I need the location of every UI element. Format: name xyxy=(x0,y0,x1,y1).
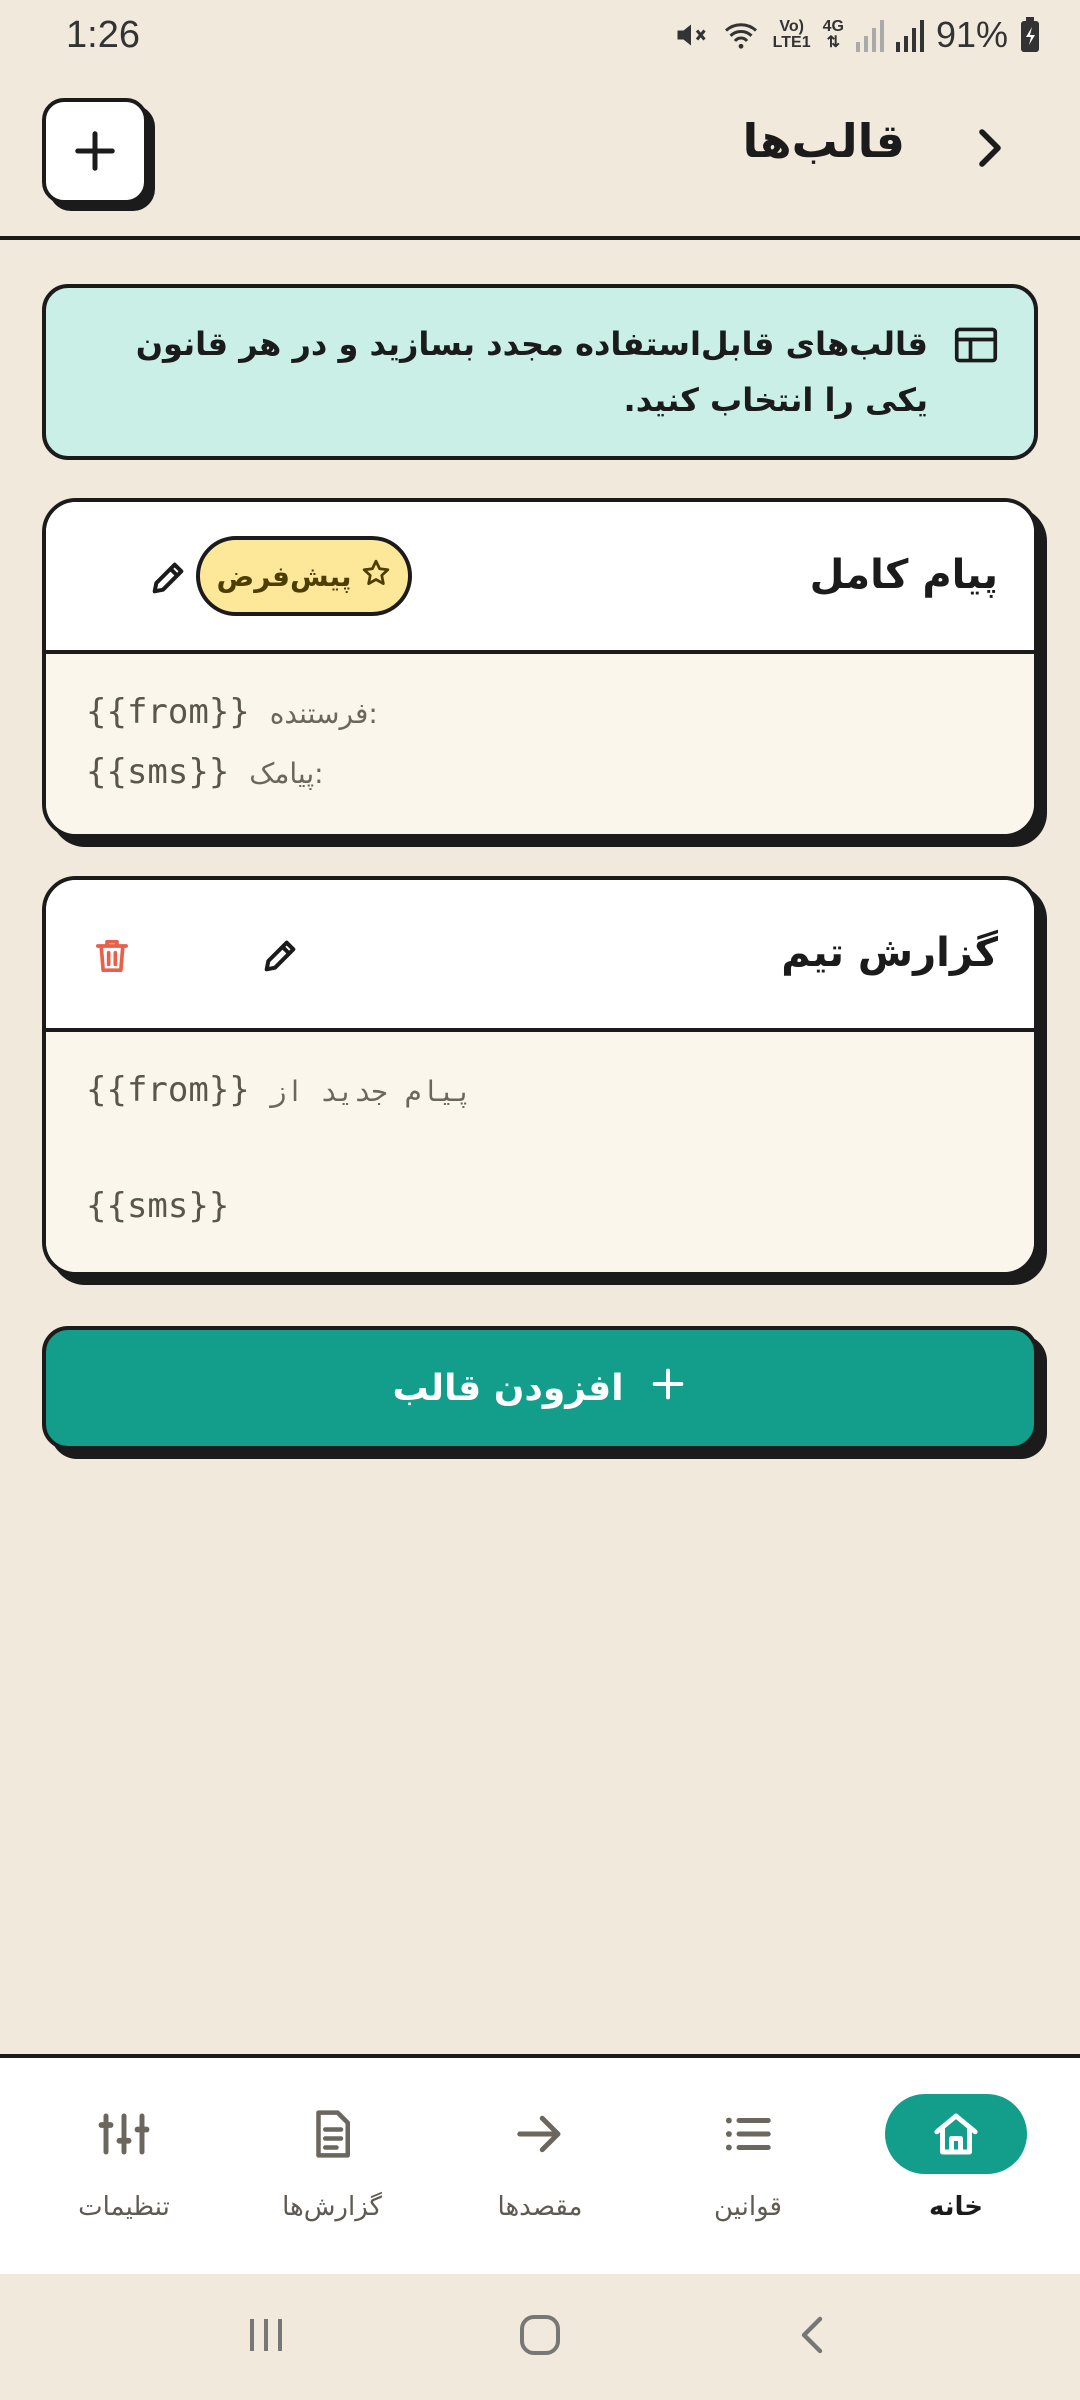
add-template-label: افزودن قالب xyxy=(392,1367,624,1409)
template-card-header: پیام کامل پیش‌فرض xyxy=(46,502,1034,654)
bottom-nav: خانه قوانین مقصدها گزارش‌ها تنظیمات xyxy=(0,2054,1080,2274)
nav-home-indicator xyxy=(885,2094,1027,2174)
placeholder-label: پیام جدید از xyxy=(269,1075,473,1108)
system-nav xyxy=(0,2274,1080,2400)
app-header: قالب‌ها xyxy=(0,70,1080,240)
sliders-icon xyxy=(98,2113,150,2155)
nav-settings-icon-wrap xyxy=(53,2094,195,2174)
pencil-icon xyxy=(152,562,184,594)
nav-label: گزارش‌ها xyxy=(282,2192,382,2222)
nav-destinations-icon-wrap xyxy=(469,2094,611,2174)
preview-line: {{from}} فرستنده: xyxy=(86,692,378,732)
trash-icon xyxy=(96,940,128,972)
placeholder-label: فرستنده: xyxy=(269,697,378,730)
header-add-button[interactable] xyxy=(42,98,148,204)
nav-settings[interactable]: تنظیمات xyxy=(34,2094,214,2274)
signal-icon-1 xyxy=(855,18,884,52)
template-preview: {{from}} پیام جدید از {{sms}} xyxy=(46,1032,1034,1272)
star-icon xyxy=(361,558,391,595)
badge-label: پیش‌فرض xyxy=(216,559,352,593)
back-button[interactable] xyxy=(960,118,1020,178)
nav-reports-icon-wrap xyxy=(261,2094,403,2174)
battery-percent: 91% xyxy=(935,14,1008,55)
add-template-button[interactable]: افزودن قالب xyxy=(42,1326,1038,1450)
template-title: گزارش تیم xyxy=(781,930,998,976)
signal-icon-2 xyxy=(895,18,924,52)
nav-rules[interactable]: قوانین xyxy=(658,2094,838,2274)
arrow-right-icon xyxy=(517,2115,561,2153)
placeholder-label: پیامک: xyxy=(249,757,324,790)
template-card: پیام کامل پیش‌فرض {{from}} فرستنده: {{sm… xyxy=(42,498,1038,838)
home-circle-icon xyxy=(520,2315,560,2355)
template-card: گزارش تیم {{from}} پیام جدید از {{sms}} xyxy=(42,876,1038,1276)
nav-label: قوانین xyxy=(714,2192,782,2222)
placeholder-value: {{sms}} xyxy=(86,1186,230,1226)
status-bar: 1:26 Vo) LTE1 4G ⇅ 91% xyxy=(0,0,1080,70)
nav-home[interactable]: خانه xyxy=(866,2094,1046,2274)
template-preview: {{from}} فرستنده: {{sms}} پیامک: xyxy=(46,654,1034,834)
list-icon xyxy=(725,2117,771,2151)
nav-destinations[interactable]: مقصدها xyxy=(450,2094,630,2274)
nav-reports[interactable]: گزارش‌ها xyxy=(242,2094,422,2274)
nav-label: مقصدها xyxy=(497,2192,583,2222)
template-layout-icon xyxy=(954,326,998,368)
document-icon xyxy=(316,2110,350,2158)
placeholder-value: {{from}} xyxy=(86,692,250,732)
preview-line: {{sms}} xyxy=(86,1186,229,1226)
volte-label: Vo) xyxy=(779,18,804,35)
lte-label: LTE1 xyxy=(772,34,811,51)
page-title: قالب‌ها xyxy=(742,114,905,168)
system-back-button[interactable] xyxy=(792,2313,836,2361)
info-text: قالب‌های قابل‌استفاده مجدد بسازید و در ه… xyxy=(135,325,928,419)
4g-indicator: 4G ⇅ xyxy=(823,19,844,51)
chevron-right-icon xyxy=(979,129,1001,167)
nav-label: تنظیمات xyxy=(78,2192,170,2222)
status-icons: Vo) LTE1 4G ⇅ 91% xyxy=(673,14,1040,56)
status-time: 1:26 xyxy=(66,13,140,56)
pencil-icon xyxy=(264,940,296,972)
plus-icon xyxy=(75,131,115,171)
chevron-left-icon xyxy=(801,2316,823,2354)
nav-label: خانه xyxy=(928,2192,984,2222)
template-title: پیام کامل xyxy=(809,552,998,598)
placeholder-value: {{sms}} xyxy=(86,752,230,792)
4g-label: 4G xyxy=(822,18,844,35)
data-arrows-icon: ⇅ xyxy=(826,34,840,51)
plus-icon xyxy=(648,1364,688,1413)
volte-indicator: Vo) LTE1 xyxy=(773,19,811,51)
default-badge: پیش‌فرض xyxy=(196,536,412,616)
edit-button[interactable] xyxy=(250,926,310,986)
placeholder-value: {{from}} xyxy=(86,1070,250,1110)
battery-icon xyxy=(1020,17,1040,53)
info-banner: قالب‌های قابل‌استفاده مجدد بسازید و در ه… xyxy=(42,284,1038,460)
recent-apps-icon xyxy=(250,2319,282,2351)
preview-line: {{sms}} پیامک: xyxy=(86,752,324,792)
wifi-icon xyxy=(721,17,761,53)
nav-rules-icon-wrap xyxy=(677,2094,819,2174)
preview-line: {{from}} پیام جدید از xyxy=(86,1070,472,1110)
home-icon xyxy=(934,2113,978,2155)
home-button[interactable] xyxy=(516,2311,564,2363)
recent-apps-button[interactable] xyxy=(244,2313,288,2361)
delete-button[interactable] xyxy=(82,926,142,986)
mute-icon xyxy=(673,17,709,53)
template-card-header: گزارش تیم xyxy=(46,880,1034,1032)
edit-button[interactable] xyxy=(138,548,198,608)
